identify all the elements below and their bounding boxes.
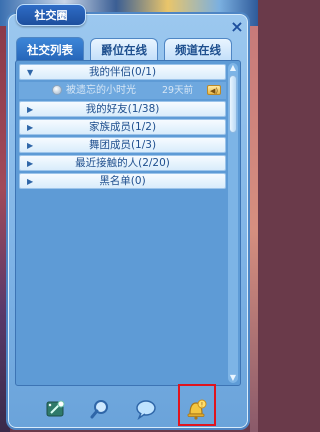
add-friend-icon[interactable] — [45, 398, 67, 420]
close-button[interactable]: × — [229, 19, 245, 35]
offline-status-icon — [52, 85, 62, 95]
scroll-down-arrow-icon[interactable]: ▼ — [228, 373, 238, 383]
group-list: ▼ 我的伴侣(0/1) 被遗忘的小时光 29天前 ◀) ▶ 我的好友(1/38)… — [19, 64, 226, 191]
speaker-icon[interactable]: ◀) — [207, 85, 221, 95]
chat-bubble-icon[interactable] — [135, 398, 157, 420]
group-partner[interactable]: ▼ 我的伴侣(0/1) — [19, 64, 226, 80]
tab-bar: 社交列表 爵位在线 频道在线 — [16, 37, 234, 61]
tab-social-list[interactable]: 社交列表 — [16, 37, 84, 61]
scroll-up-arrow-icon[interactable]: ▲ — [228, 63, 238, 73]
group-recent-contacts[interactable]: ▶ 最近接触的人(2/20) — [19, 155, 226, 171]
search-icon[interactable] — [89, 398, 111, 420]
group-label: 黑名单(0) — [99, 175, 146, 187]
group-friends[interactable]: ▶ 我的好友(1/38) — [19, 101, 226, 117]
tab-channel-online[interactable]: 频道在线 — [164, 38, 232, 60]
last-online-time: 29天前 — [162, 85, 194, 96]
member-name: 被遗忘的小时光 — [66, 85, 136, 96]
highlight-box — [178, 384, 216, 426]
group-label: 我的好友(1/38) — [85, 103, 160, 115]
friend-list-panel: ▼ 我的伴侣(0/1) 被遗忘的小时光 29天前 ◀) ▶ 我的好友(1/38)… — [15, 60, 241, 386]
group-family[interactable]: ▶ 家族成员(1/2) — [19, 119, 226, 135]
tab-rank-online[interactable]: 爵位在线 — [90, 38, 158, 60]
group-label: 最近接触的人(2/20) — [75, 157, 170, 169]
group-label: 舞团成员(1/3) — [88, 139, 157, 151]
game-background-right — [250, 26, 258, 432]
group-label: 家族成员(1/2) — [88, 121, 157, 133]
scroll-thumb[interactable] — [229, 75, 237, 133]
group-label: 我的伴侣(0/1) — [88, 66, 157, 78]
list-item[interactable]: 被遗忘的小时光 29天前 ◀) — [19, 82, 226, 99]
vertical-scrollbar[interactable]: ▲ ▼ — [228, 63, 238, 383]
group-dance-troupe[interactable]: ▶ 舞团成员(1/3) — [19, 137, 226, 153]
window-title: 社交圈 — [16, 4, 86, 26]
group-blacklist[interactable]: ▶ 黑名单(0) — [19, 173, 226, 189]
